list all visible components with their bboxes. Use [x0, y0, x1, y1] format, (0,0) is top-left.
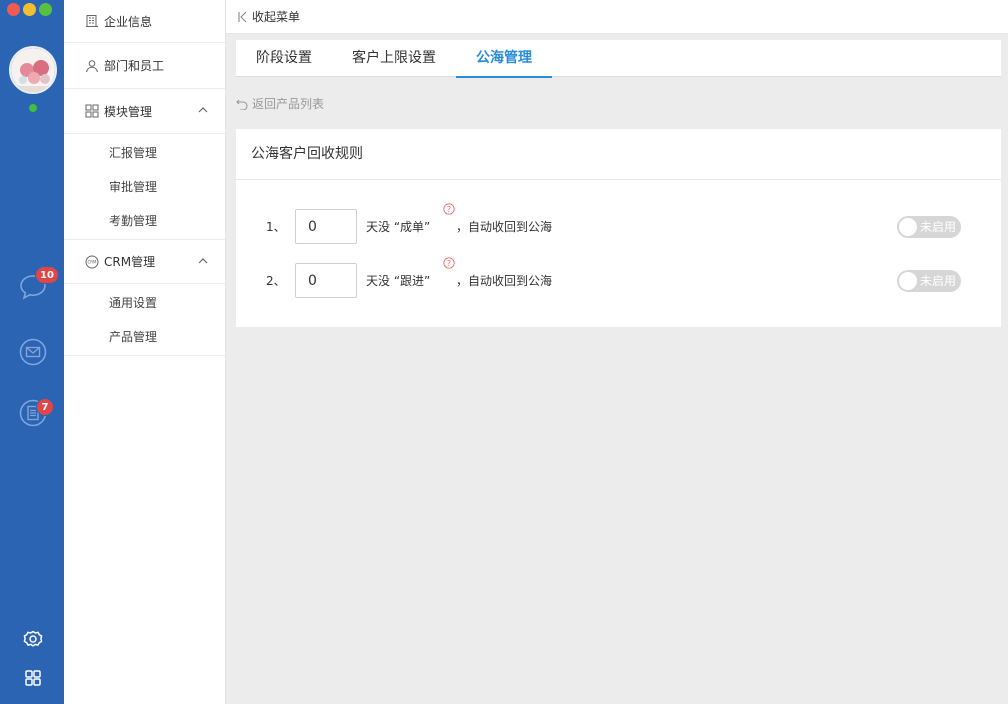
- rule-suffix-text: ，自动收回到公海: [456, 220, 553, 234]
- close-window-button[interactable]: [7, 3, 20, 16]
- documents-button[interactable]: 7: [19, 398, 54, 427]
- apps-button[interactable]: [19, 664, 47, 692]
- recycle-rules-panel: 公海客户回收规则 1、 天没 “成单” ? ，自动收回到公海 未启用 2、 天没…: [236, 129, 1001, 327]
- tab-public-pool[interactable]: 公海管理: [456, 40, 552, 78]
- svg-text:CRM: CRM: [87, 259, 97, 264]
- crm-icon: CRM: [85, 255, 99, 268]
- sidebar-item-label: 部门和员工: [104, 59, 165, 73]
- sidebar-item-crm-mgmt[interactable]: CRM CRM管理: [64, 240, 225, 284]
- module-submenu: 汇报管理 审批管理 考勤管理: [64, 134, 225, 240]
- chevron-up-icon: [198, 258, 208, 264]
- sidebar-item-dept-staff[interactable]: 部门和员工: [64, 43, 225, 89]
- rule-suffix-text: ，自动收回到公海: [456, 274, 553, 288]
- toggle-knob: [899, 217, 917, 236]
- apps-grid-icon: [25, 670, 41, 686]
- minimize-window-button[interactable]: [23, 3, 36, 16]
- help-icon[interactable]: ?: [443, 203, 455, 215]
- sidebar-item-reports[interactable]: 汇报管理: [64, 135, 225, 169]
- svg-text:?: ?: [447, 259, 451, 268]
- rule-index: 2、: [266, 274, 286, 288]
- sidebar-item-label: 企业信息: [104, 14, 153, 29]
- rule-text: 天没 “跟进”: [366, 274, 431, 288]
- window-controls: [7, 3, 52, 16]
- rule-row-followup: 2、 天没 “跟进” ? ，自动收回到公海 未启用: [236, 257, 1001, 298]
- rule-row-deal: 1、 天没 “成单” ? ，自动收回到公海 未启用: [236, 203, 1001, 244]
- settings-sidebar: 企业信息 部门和员工 模块管理 汇报管理 审批管理 考勤管理 CRM CRM管理: [64, 0, 226, 704]
- app-rail: 10 7: [0, 0, 64, 704]
- user-icon: [86, 59, 98, 72]
- panel-title: 公海客户回收规则: [236, 129, 1001, 180]
- days-input-deal[interactable]: [295, 209, 357, 244]
- settings-tabs: 阶段设置 客户上限设置 公海管理: [236, 40, 1001, 78]
- chevron-up-icon: [198, 107, 208, 113]
- sidebar-item-label: CRM管理: [104, 255, 156, 269]
- modules-icon: [85, 104, 99, 118]
- messages-button[interactable]: 10: [19, 266, 59, 300]
- maximize-window-button[interactable]: [39, 3, 52, 16]
- rule-text: 天没 “成单”: [366, 220, 431, 234]
- back-link-label: 返回产品列表: [252, 97, 325, 111]
- help-icon[interactable]: ?: [443, 257, 455, 269]
- rule-toggle-followup[interactable]: 未启用: [897, 269, 961, 292]
- messages-badge: 10: [35, 266, 59, 284]
- collapse-menu-button[interactable]: 收起菜单: [252, 8, 300, 25]
- sidebar-item-company-info[interactable]: 企业信息: [64, 0, 225, 43]
- collapse-menu-bar: 收起菜单: [226, 0, 1008, 34]
- sidebar-item-module-mgmt[interactable]: 模块管理: [64, 89, 225, 134]
- collapse-icon[interactable]: [237, 11, 249, 23]
- rule-index: 1、: [266, 220, 286, 234]
- rule-toggle-deal[interactable]: 未启用: [897, 215, 961, 238]
- documents-badge: 7: [36, 398, 54, 416]
- toggle-knob: [899, 271, 917, 290]
- mail-button[interactable]: [19, 338, 47, 366]
- mail-icon: [19, 338, 47, 366]
- back-to-product-list-link[interactable]: 返回产品列表: [236, 95, 324, 112]
- main-content: 收起菜单 阶段设置 客户上限设置 公海管理 返回产品列表 公海客户回收规则 1、…: [226, 0, 1008, 704]
- settings-icon: [23, 630, 43, 647]
- sidebar-item-label: 模块管理: [104, 104, 153, 119]
- building-icon: [86, 15, 98, 27]
- online-status-indicator: [29, 104, 37, 112]
- svg-text:?: ?: [447, 205, 451, 214]
- avatar[interactable]: [9, 46, 57, 94]
- days-input-followup[interactable]: [295, 263, 357, 298]
- sidebar-item-product-mgmt[interactable]: 产品管理: [64, 319, 225, 353]
- tab-customer-limit[interactable]: 客户上限设置: [332, 40, 456, 77]
- toggle-label: 未启用: [920, 219, 957, 234]
- sidebar-item-general-settings[interactable]: 通用设置: [64, 285, 225, 319]
- toggle-label: 未启用: [920, 273, 957, 288]
- crm-submenu: 通用设置 产品管理: [64, 284, 225, 356]
- tab-stage-settings[interactable]: 阶段设置: [236, 40, 332, 77]
- sidebar-item-approvals[interactable]: 审批管理: [64, 169, 225, 203]
- back-arrow-icon: [236, 99, 248, 110]
- settings-button[interactable]: [19, 625, 47, 653]
- sidebar-item-attendance[interactable]: 考勤管理: [64, 203, 225, 237]
